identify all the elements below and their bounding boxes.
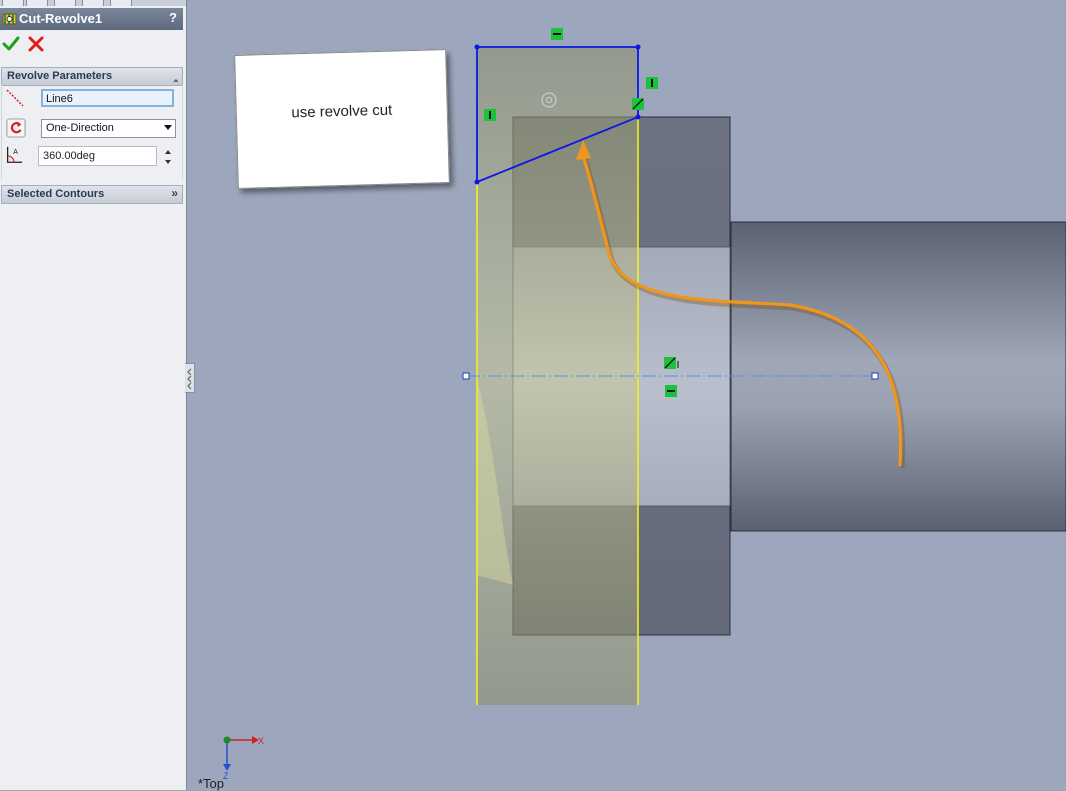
coordinate-triad: X Z — [223, 736, 264, 781]
triad-x-label: X — [258, 736, 264, 746]
annotation-text: use revolve cut — [291, 101, 393, 122]
graphics-area[interactable]: X Z — [0, 0, 1066, 790]
annotation-note-card: use revolve cut — [234, 49, 450, 189]
vertical-relation-icon-left[interactable] — [484, 109, 496, 121]
coincident-relation-icon-center[interactable] — [664, 357, 679, 369]
sketch-point-top-right[interactable] — [635, 44, 641, 50]
centerline-endpoint-left[interactable] — [462, 372, 470, 380]
vertical-relation-icon[interactable] — [646, 77, 658, 89]
sketch-point-corner[interactable] — [635, 114, 641, 120]
horizontal-relation-icon-center[interactable] — [665, 385, 677, 397]
view-orientation-label: *Top — [198, 776, 225, 791]
coincident-relation-icon[interactable] — [632, 98, 644, 110]
sketch-point-bottom-left[interactable] — [474, 179, 480, 185]
sketch-point-top-left[interactable] — [474, 44, 480, 50]
centerline-endpoint-right[interactable] — [871, 372, 879, 380]
horizontal-relation-icon[interactable] — [551, 28, 563, 40]
